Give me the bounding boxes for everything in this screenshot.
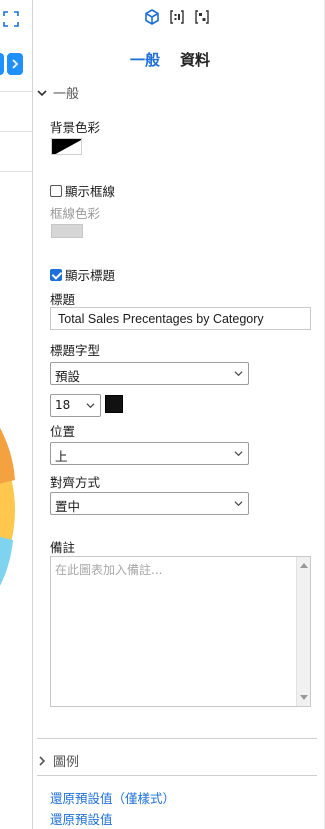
chevron-right-icon [12, 59, 19, 69]
divider [0, 131, 32, 132]
show-border-checkbox[interactable]: 顯示框線 [50, 181, 115, 200]
chevron-down-icon [86, 403, 95, 409]
tab-general[interactable]: 一般 [130, 49, 160, 70]
checkbox-box[interactable] [50, 268, 62, 281]
format-panel: 一般 資料 一般 背景色彩 顯示框線 框線色彩 顯示標題 標題 Total Sa… [34, 0, 325, 829]
notes-label: 備註 [50, 540, 76, 555]
chart-preview-strip [0, 0, 33, 829]
divider [37, 738, 317, 739]
panel-toolbar [144, 9, 210, 25]
alignment-value: 置中 [55, 499, 81, 514]
panel-tabs: 一般 資料 [130, 49, 210, 70]
chevron-down-icon [234, 371, 243, 377]
notes-placeholder: 在此圖表加入備註... [55, 563, 163, 577]
background-color-label: 背景色彩 [50, 120, 101, 135]
chevron-down-icon [234, 501, 243, 507]
font-size-value: 18 [55, 398, 71, 412]
font-size-select[interactable]: 18 [50, 394, 101, 417]
pie-chart-edge [0, 380, 20, 640]
legend-section-header[interactable]: 圖例 [37, 751, 79, 770]
border-color-swatch[interactable] [51, 224, 83, 238]
prev-chart-button[interactable] [0, 53, 4, 75]
section-title: 一般 [53, 87, 80, 102]
border-color-label: 框線色彩 [50, 206, 101, 221]
tab-data[interactable]: 資料 [180, 49, 210, 70]
position-value: 上 [55, 449, 68, 464]
scroll-up-icon[interactable] [300, 563, 308, 568]
show-title-checkbox[interactable]: 顯示標題 [50, 265, 115, 284]
title-label: 標題 [50, 292, 76, 307]
title-font-value: 預設 [55, 369, 81, 384]
alignment-label: 對齊方式 [50, 475, 101, 490]
show-title-label: 顯示標題 [65, 268, 116, 283]
position-label: 位置 [50, 424, 76, 439]
chevron-right-icon [39, 755, 46, 766]
background-color-swatch[interactable] [51, 138, 82, 155]
restore-style-defaults-link[interactable]: 還原預設值（僅樣式） [50, 788, 175, 807]
bracket-split-icon[interactable] [194, 9, 210, 25]
title-input[interactable]: Total Sales Precentages by Category [50, 307, 311, 330]
restore-defaults-link[interactable]: 還原預設值 [50, 809, 113, 828]
title-font-select[interactable]: 預設 [50, 362, 249, 385]
divider [37, 775, 317, 776]
scroll-down-icon[interactable] [300, 695, 308, 700]
cube-icon[interactable] [144, 9, 160, 25]
fullscreen-icon[interactable] [3, 11, 19, 27]
position-select[interactable]: 上 [50, 442, 249, 465]
legend-section-title: 圖例 [53, 755, 80, 770]
alignment-select[interactable]: 置中 [50, 492, 249, 515]
next-chart-button[interactable] [7, 53, 23, 75]
notes-scrollbar[interactable] [296, 557, 310, 706]
notes-textarea[interactable]: 在此圖表加入備註... [50, 556, 311, 707]
chevron-down-icon [234, 451, 243, 457]
divider [0, 171, 32, 172]
title-color-swatch[interactable] [105, 395, 123, 413]
chevron-down-icon [37, 89, 47, 96]
divider [0, 91, 32, 92]
bracket-select-icon[interactable] [169, 9, 185, 25]
show-border-label: 顯示框線 [65, 184, 116, 199]
checkbox-box[interactable] [50, 184, 62, 197]
title-font-label: 標題字型 [50, 343, 101, 358]
general-section-header[interactable]: 一般 [37, 83, 79, 102]
